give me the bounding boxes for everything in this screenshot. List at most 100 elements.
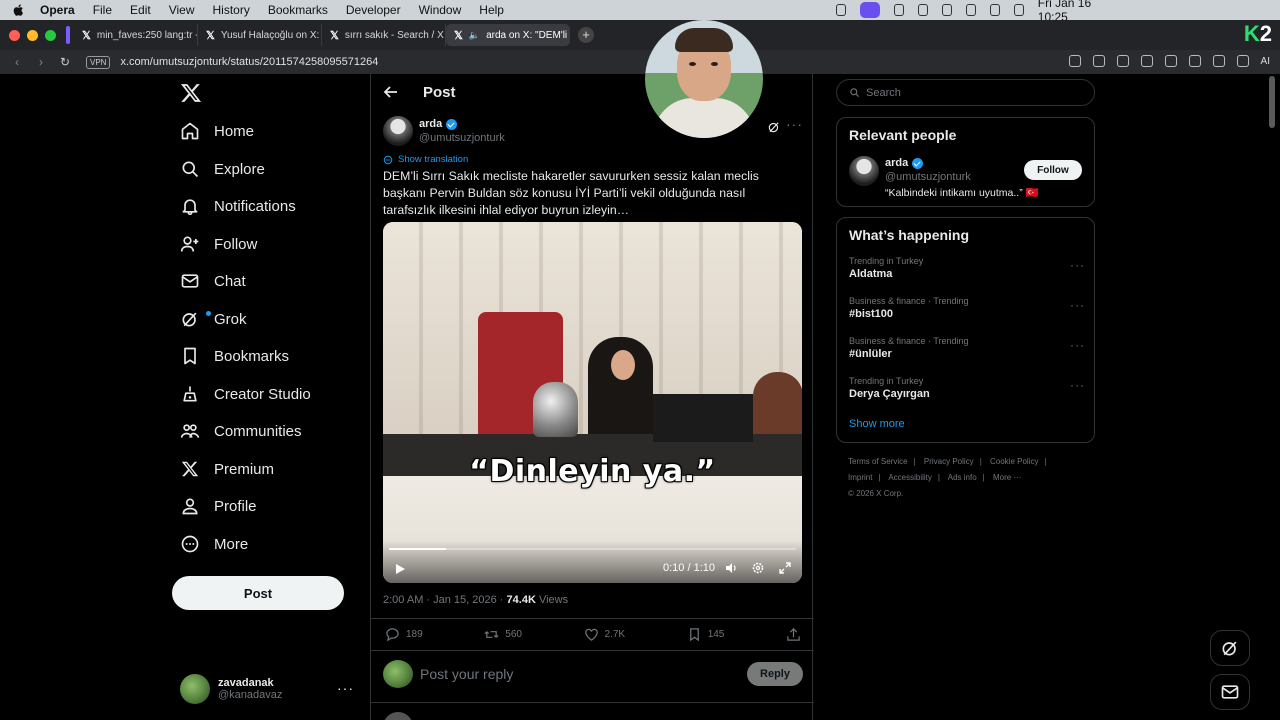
trend-item[interactable]: Business & finance · Trending #ünlüler ·…	[849, 336, 1085, 368]
search-box[interactable]	[836, 79, 1095, 106]
next-reply-preview[interactable]	[383, 710, 803, 720]
heart-icon[interactable]	[1164, 55, 1177, 67]
nav-notifications[interactable]: Notifications	[180, 193, 296, 219]
author-avatar[interactable]	[383, 116, 413, 146]
webcam-overlay[interactable]	[645, 20, 763, 138]
zoom-window-button[interactable]	[45, 29, 56, 41]
author-name-row[interactable]: arda	[419, 118, 458, 130]
menu-view[interactable]: View	[169, 3, 195, 17]
profile-icon[interactable]	[1212, 55, 1225, 67]
trend-more-icon[interactable]: ···	[1070, 338, 1085, 352]
menu-help[interactable]: Help	[479, 3, 504, 17]
accessibility-link[interactable]: Accessibility	[888, 473, 932, 482]
shield-icon[interactable]	[1116, 55, 1129, 67]
trend-more-icon[interactable]: ···	[1070, 298, 1085, 312]
x-logo-icon[interactable]	[180, 82, 202, 104]
avatar[interactable]	[849, 156, 879, 186]
reload-icon[interactable]: ↻	[58, 55, 72, 69]
follow-button[interactable]: Follow	[1024, 160, 1082, 180]
reply-action[interactable]: 189	[385, 627, 423, 642]
trend-item[interactable]: Business & finance · Trending #bist100 ·…	[849, 296, 1085, 328]
tweet-more-icon[interactable]: ···	[786, 116, 803, 132]
download-icon[interactable]	[1188, 55, 1201, 67]
tray-sync-icon[interactable]	[836, 4, 847, 16]
grok-float-button[interactable]	[1210, 630, 1250, 666]
reply-input[interactable]: Post your reply	[420, 666, 513, 682]
tab-2[interactable]: 𝕏 Yusuf Halaçoğlu on X: "E	[198, 24, 322, 46]
trend-item[interactable]: Trending in Turkey Derya Çayırgan ···	[849, 376, 1085, 408]
repost-action[interactable]: 560	[484, 627, 522, 642]
like-action[interactable]: 2.7K	[584, 627, 625, 642]
nav-home[interactable]: Home	[180, 118, 254, 144]
author-handle[interactable]: @umutsuzjonturk	[419, 132, 505, 144]
grok-explain-icon[interactable]	[767, 120, 781, 134]
menu-bookmarks[interactable]: Bookmarks	[268, 3, 328, 17]
nav-follow[interactable]: Follow	[180, 231, 257, 257]
timestamp-text[interactable]: 2:00 AM · Jan 15, 2026 ·	[383, 594, 507, 606]
menu-file[interactable]: File	[93, 3, 112, 17]
nav-communities[interactable]: Communities	[180, 418, 302, 444]
show-translation-link[interactable]: Show translation	[383, 154, 468, 165]
nav-explore[interactable]: Explore	[180, 156, 265, 182]
trend-more-icon[interactable]: ···	[1070, 378, 1085, 392]
search-input[interactable]	[866, 86, 1066, 99]
menu-developer[interactable]: Developer	[346, 3, 401, 17]
minimize-window-button[interactable]	[27, 29, 38, 41]
speaker-icon[interactable]: 🔈	[469, 30, 480, 41]
account-switcher[interactable]: zavadanak @kanadavaz ···	[180, 672, 360, 706]
menu-edit[interactable]: Edit	[130, 3, 151, 17]
nav-more[interactable]: More	[180, 531, 248, 557]
nav-chat[interactable]: Chat	[180, 268, 246, 294]
relevant-person-name-row[interactable]: arda	[885, 157, 924, 169]
relevant-person-handle[interactable]: @umutsuzjonturk	[885, 171, 971, 183]
control-center-icon[interactable]	[1013, 4, 1024, 16]
battery-icon[interactable]	[941, 4, 952, 16]
reply-button[interactable]: Reply	[747, 662, 803, 686]
volume-icon[interactable]	[724, 561, 738, 575]
post-button[interactable]: Post	[172, 576, 344, 610]
nav-grok[interactable]: Grok	[180, 306, 247, 332]
cube-icon[interactable]	[1236, 55, 1249, 67]
tray-screen-share-icon[interactable]	[860, 2, 880, 18]
settings-gear-icon[interactable]	[751, 561, 765, 575]
trend-item[interactable]: Trending in Turkey Aldatma ···	[849, 256, 1085, 288]
menu-window[interactable]: Window	[419, 3, 462, 17]
play-icon[interactable]	[393, 562, 407, 576]
nav-creator-studio[interactable]: Creator Studio	[180, 381, 311, 407]
messages-float-button[interactable]	[1210, 674, 1250, 710]
tab-3[interactable]: 𝕏sırrı sakık - Search / X	[322, 24, 446, 46]
send-icon[interactable]	[1140, 55, 1153, 67]
url-field[interactable]: x.com/umutsuzjonturk/status/201157425809…	[120, 56, 378, 68]
vpn-badge[interactable]: VPN	[86, 55, 111, 69]
play-circle-icon[interactable]	[989, 4, 1000, 16]
ai-button[interactable]: AI	[1261, 56, 1270, 67]
privacy-link[interactable]: Privacy Policy	[924, 457, 974, 466]
cookie-link[interactable]: Cookie Policy	[990, 457, 1038, 466]
nav-profile[interactable]: Profile	[180, 493, 257, 519]
show-more-link[interactable]: Show more	[849, 418, 905, 430]
moon-icon[interactable]	[965, 4, 976, 16]
close-window-button[interactable]	[9, 29, 20, 41]
menu-history[interactable]: History	[213, 3, 250, 17]
tray-keyboard-icon[interactable]	[917, 4, 928, 16]
tray-extension-icon[interactable]	[893, 4, 904, 16]
camera-icon[interactable]	[1092, 55, 1105, 67]
scrollbar-thumb[interactable]	[1269, 76, 1275, 128]
back-arrow-icon[interactable]	[383, 84, 399, 100]
ads-info-link[interactable]: Ads info	[948, 473, 977, 482]
terms-link[interactable]: Terms of Service	[848, 457, 908, 466]
bookmark-action[interactable]: 145	[687, 627, 724, 642]
fullscreen-icon[interactable]	[778, 561, 792, 575]
tab-1[interactable]: 𝕏min_faves:250 lang:tr -f	[74, 24, 198, 46]
share-action[interactable]	[786, 627, 801, 642]
back-icon[interactable]: ‹	[10, 55, 24, 69]
video-progress-bar[interactable]	[389, 548, 796, 550]
nav-bookmarks[interactable]: Bookmarks	[180, 343, 289, 369]
menu-app-name[interactable]: Opera	[40, 3, 75, 17]
more-dots-icon[interactable]: ···	[337, 680, 354, 696]
forward-icon[interactable]: ›	[34, 55, 48, 69]
page-scrollbar[interactable]	[1268, 74, 1276, 720]
video-player[interactable]: “Dinleyin ya.” 0:10 / 1:10	[383, 222, 802, 583]
nav-premium[interactable]: Premium	[180, 456, 274, 482]
apple-icon[interactable]	[12, 3, 26, 17]
